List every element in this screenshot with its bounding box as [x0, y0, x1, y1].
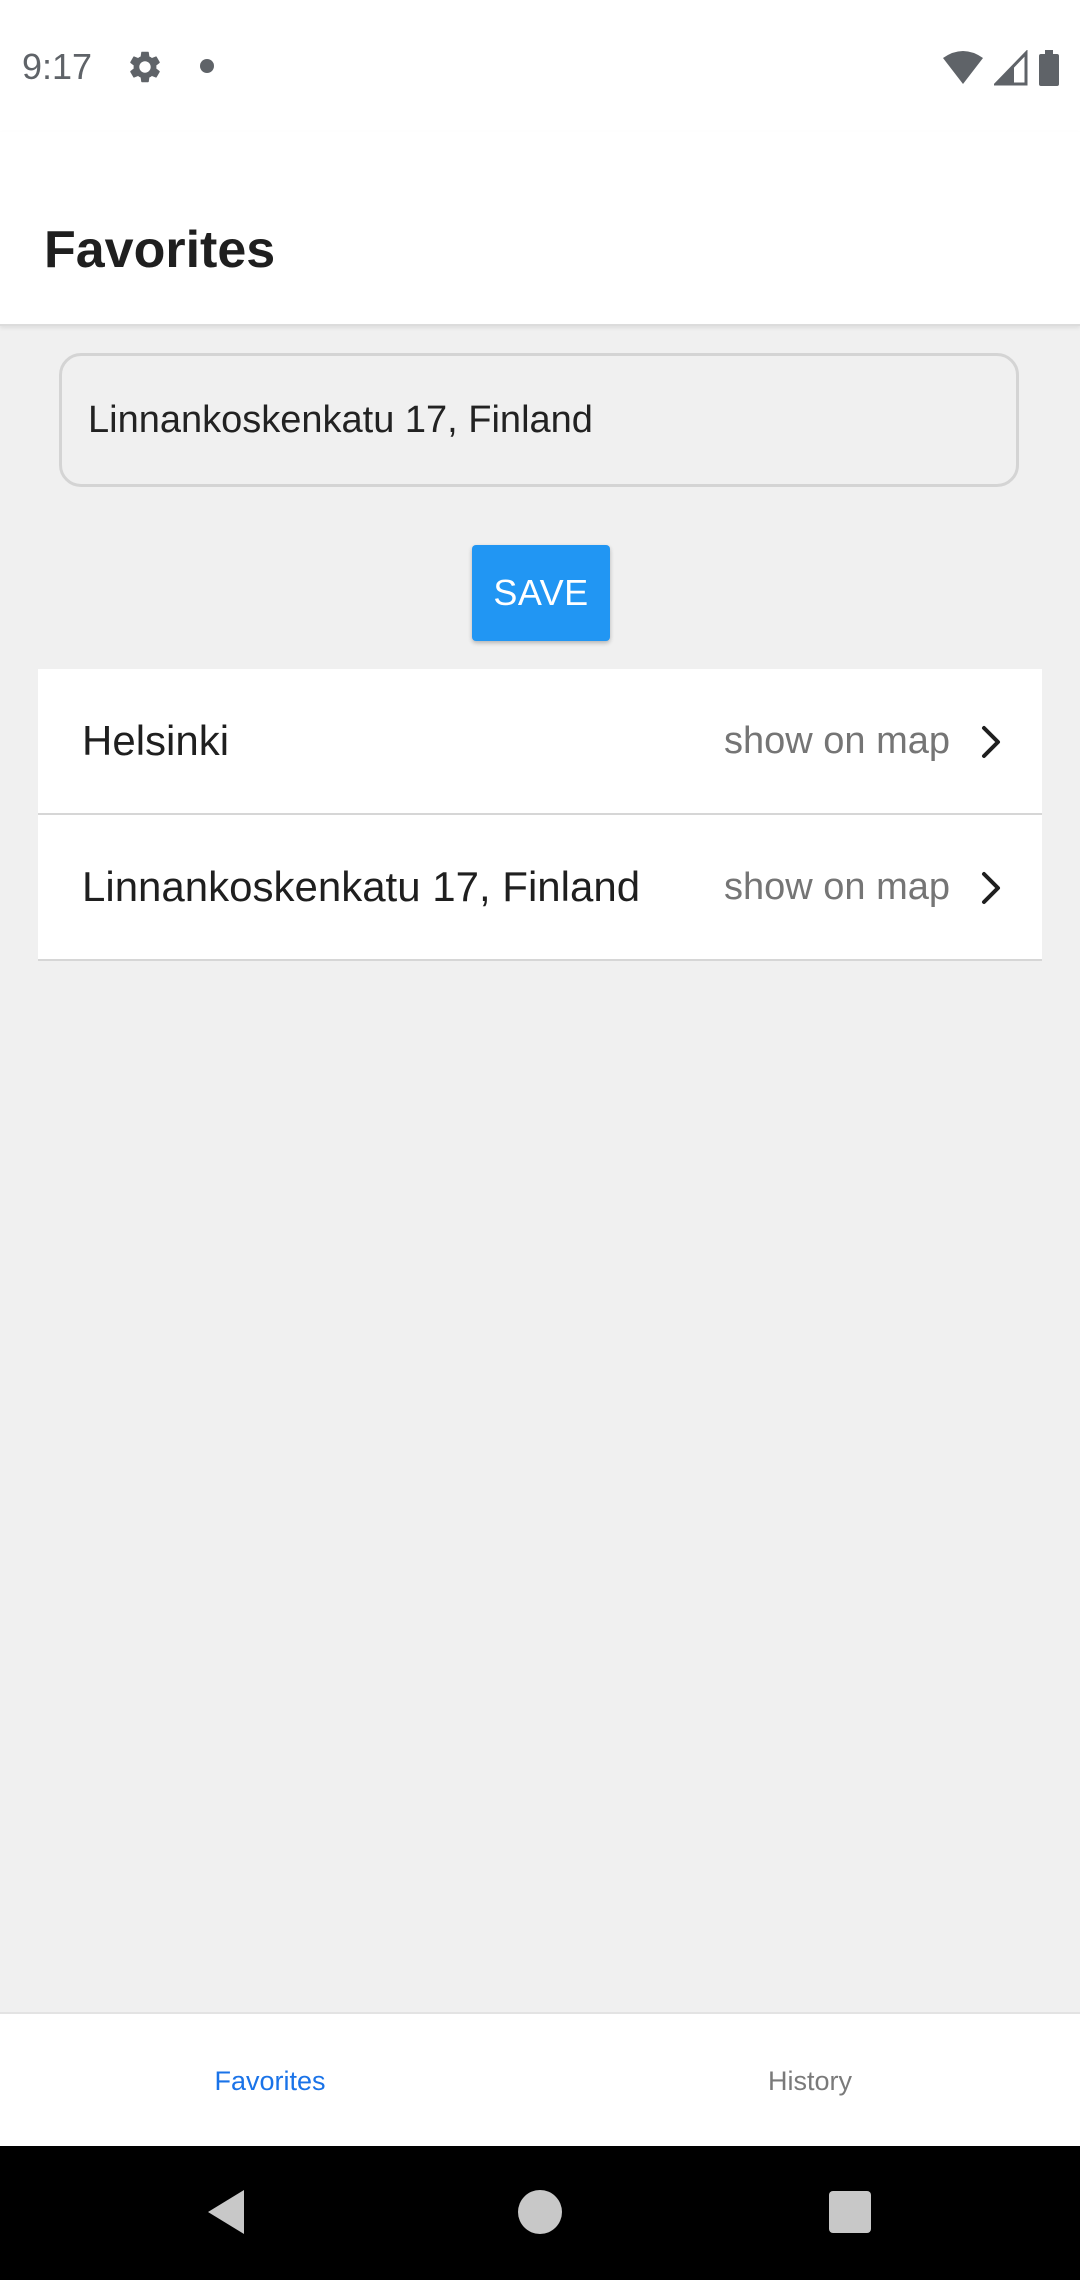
gear-icon — [130, 51, 160, 83]
wifi-icon — [943, 51, 983, 84]
page-title: Favorites — [44, 221, 276, 279]
status-icons — [942, 48, 1060, 88]
favorites-list: Helsinki show on map Linnankoskenkatu 17… — [38, 669, 1042, 961]
home-icon[interactable] — [518, 2190, 562, 2234]
show-on-map-link[interactable]: show on map — [724, 720, 950, 763]
status-time: 9:17 — [22, 46, 93, 87]
status-bar: 9:17 — [0, 0, 1080, 132]
favorite-name: Linnankoskenkatu 17, Finland — [82, 863, 641, 910]
notification-dot-icon — [200, 59, 214, 73]
save-button[interactable]: SAVE — [472, 545, 610, 641]
favorite-row-helsinki[interactable]: Helsinki show on map — [38, 669, 1042, 815]
chevron-right-icon — [982, 726, 1000, 758]
tab-label: Favorites — [214, 2065, 326, 2096]
tab-favorites[interactable]: Favorites — [0, 2014, 540, 2148]
bottom-tab-bar: Favorites History — [0, 2012, 1080, 2148]
tab-label: History — [767, 2065, 852, 2096]
recents-icon[interactable] — [829, 2191, 871, 2233]
battery-icon — [1039, 50, 1059, 86]
app-header: Favorites — [0, 132, 1080, 326]
back-icon[interactable] — [204, 2188, 248, 2236]
address-input[interactable] — [59, 353, 1019, 487]
tab-history[interactable]: History — [540, 2014, 1080, 2148]
favorite-name: Helsinki — [82, 717, 230, 764]
chevron-right-icon — [982, 872, 1000, 904]
favorite-row-linnankoskenkatu[interactable]: Linnankoskenkatu 17, Finland show on map — [38, 815, 1042, 961]
cell-signal-icon — [994, 50, 1028, 86]
system-nav-bar — [0, 2146, 1080, 2280]
show-on-map-link[interactable]: show on map — [724, 866, 950, 909]
